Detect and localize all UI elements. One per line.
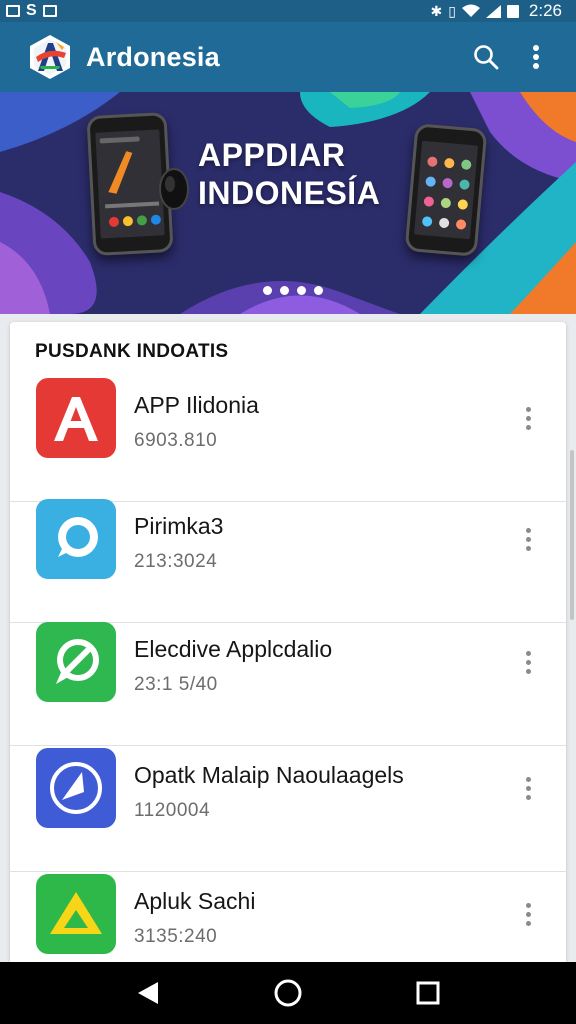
app-count: 3135:240 [134,926,218,947]
list-item[interactable]: APP Ilidonia 6903.810 [10,378,566,502]
app-name: Apluk Sachi [134,888,256,914]
more-options-button[interactable] [510,400,546,436]
app-count: 23:1 5/40 [134,674,218,695]
home-icon [274,979,302,1007]
wifi-icon [461,4,480,17]
promo-banner[interactable]: APPDIAR INDONESÍA [0,92,576,314]
logo-icon [30,35,70,79]
list-item[interactable]: Pirimka3 213:3024 [10,499,566,623]
list-item[interactable]: Elecdive Applcdalio 23:1 5/40 [10,622,566,746]
status-bar: S ✱ ▯ 2:26 [0,0,576,22]
search-icon [474,45,499,70]
app-icon [36,748,116,828]
app-icon [36,874,116,954]
carousel-indicator [0,286,576,295]
carousel-dot[interactable] [297,286,306,295]
earbud-image [159,168,189,210]
more-options-button[interactable] [510,770,546,806]
app-count: 1120004 [134,800,211,821]
banner-title-line1: APPDIAR [198,137,346,173]
clock: 2:26 [528,1,562,20]
battery-icon [506,4,519,18]
more-options-button[interactable] [510,644,546,680]
triangle-drive-icon [50,892,102,934]
app-name: Opatk Malaip Naoulaagels [134,762,404,788]
carousel-dot[interactable] [314,286,323,295]
scrollbar[interactable] [570,450,574,620]
overflow-menu-icon [533,45,539,69]
app-icon [36,622,116,702]
vibrate-icon: ▯ [448,3,456,19]
carousel-dot[interactable] [280,286,289,295]
search-button[interactable] [464,35,508,79]
app-bar: Ardonesia [0,22,576,92]
status-letter: S [26,2,37,19]
banner-title: APPDIAR INDONESÍA [198,136,380,212]
image-notification-icon [42,5,57,17]
phone-image-right [404,123,488,257]
system-nav-bar [0,962,576,1024]
gallery-notification-icon [6,5,20,17]
back-icon [138,982,158,1004]
app-name: Elecdive Applcdalio [134,636,333,662]
overflow-menu-button[interactable] [514,35,558,79]
home-button[interactable] [258,968,318,1018]
app-name: Pirimka3 [134,513,224,539]
app-icon [36,499,116,579]
more-options-button[interactable] [510,521,546,557]
app-icon [36,378,116,458]
list-item[interactable]: Opatk Malaip Naoulaagels 1120004 [10,748,566,872]
carousel-dot[interactable] [263,286,272,295]
banner-title-line2: INDONESÍA [198,175,381,211]
app-list-card: PUSDANK INDOATIS APP Ilidonia 6903.810 P… [10,322,566,962]
list-item[interactable]: Apluk Sachi 3135:240 [10,874,566,962]
more-options-button[interactable] [510,896,546,932]
recents-icon [416,981,440,1005]
section-title: PUSDANK INDOATIS [35,341,229,362]
no-symbol-icon [56,639,99,684]
app-name: APP Ilidonia [134,392,259,418]
chat-bubble-icon [58,517,98,557]
app-count: 213:3024 [134,551,218,572]
recents-button[interactable] [398,968,458,1018]
signal-icon [485,4,501,18]
letter-a-icon [54,397,98,441]
app-title: Ardonesia [86,41,220,72]
compass-arrow-icon [50,762,102,814]
bluetooth-icon: ✱ [430,3,443,19]
back-button[interactable] [118,968,178,1018]
app-count: 6903.810 [134,430,218,451]
